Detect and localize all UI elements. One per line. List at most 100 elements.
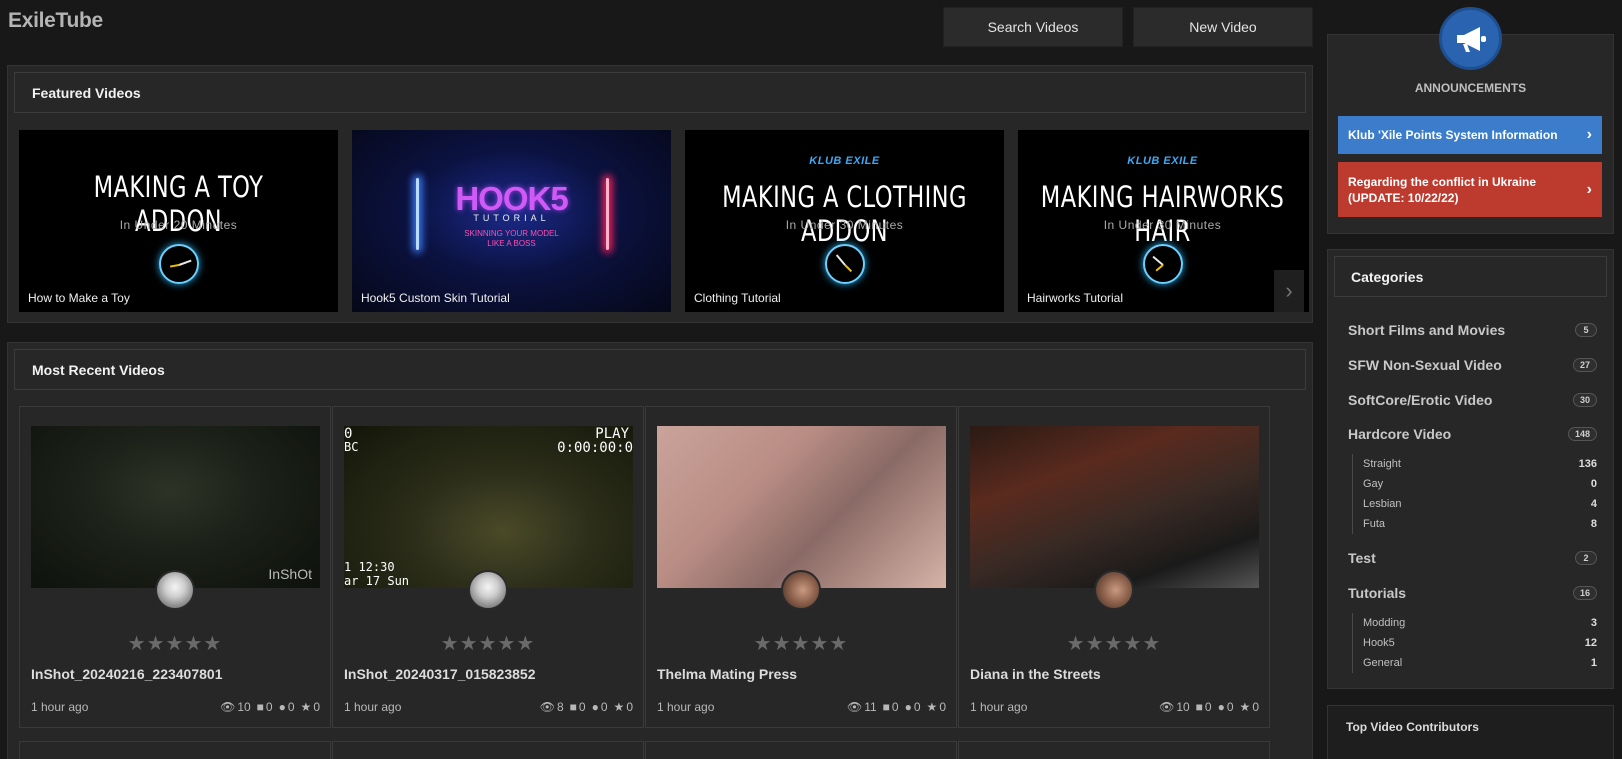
count-badge: 27 [1572, 358, 1597, 372]
search-videos-button[interactable]: Search Videos [943, 7, 1123, 47]
star-icon: ★ [926, 700, 938, 714]
megaphone-icon [1439, 7, 1502, 70]
video-stats: 👁 11 ■ 0 ● 0 ★ 0 [846, 700, 946, 714]
category-item[interactable]: SFW Non-Sexual Video 27 [1348, 355, 1597, 375]
featured-thumbnail: KLUB EXILE MAKING A CLOTHING ADDON In Un… [685, 130, 1004, 312]
announcement-item[interactable]: Klub 'Xile Points System Information › [1338, 116, 1602, 154]
category-item[interactable]: Hardcore Video 148 [1348, 424, 1597, 444]
subcategory-list: Modding 3 Hook5 12 General 1 [1352, 613, 1597, 673]
watermark-text: InShOt [268, 566, 312, 582]
featured-thumbnail: MAKING A TOY ADDON In Under 20 Minutes [19, 130, 338, 312]
subcategory-item[interactable]: Straight 136 [1353, 454, 1597, 474]
video-title[interactable]: Diana in the Streets [970, 666, 1101, 682]
eye-icon: 👁 [846, 700, 863, 714]
overlay-date: ar 17 Sun [344, 574, 410, 588]
avatar[interactable] [1094, 570, 1134, 610]
overlay-counter: 0:00:00:0 [557, 440, 633, 456]
site-title[interactable]: ExileTube [8, 9, 103, 33]
count-badge: 30 [1572, 393, 1597, 407]
clock-icon [824, 244, 865, 284]
top-contributors-heading: Top Video Contributors [1346, 720, 1479, 734]
klub-exile-logo-text: KLUB EXILE [1127, 155, 1198, 167]
featured-card[interactable]: MAKING A TOY ADDON In Under 20 Minutes H… [19, 130, 338, 312]
top-contributors-panel: Top Video Contributors [1327, 705, 1614, 759]
overlay-time: 1 12:30 [344, 560, 395, 574]
video-camera-icon: ■ [569, 700, 577, 714]
video-camera-icon: ■ [256, 700, 264, 714]
categories-heading: Categories [1334, 256, 1607, 297]
chevron-right-icon: › [1285, 278, 1293, 303]
featured-caption: Clothing Tutorial [694, 291, 781, 305]
video-camera-icon: ■ [1195, 700, 1203, 714]
featured-caption: Hook5 Custom Skin Tutorial [361, 291, 510, 305]
most-recent-videos-heading: Most Recent Videos [14, 349, 1306, 390]
thumbnail-subtitle-text: In Under 30 Minutes [1103, 218, 1222, 232]
video-card: 0 BC PLAY 0:00:00:0 1 12:30 ar 17 Sun ★★… [332, 406, 644, 728]
eye-icon: 👁 [1159, 700, 1175, 714]
video-card: InShOt ★★★★★ InShot_20240216_223407801 1… [19, 406, 331, 728]
video-time: 1 hour ago [970, 700, 1028, 714]
eye-icon: 👁 [539, 700, 555, 714]
subcategory-list: Straight 136 Gay 0 Lesbian 4 Futa 8 [1352, 454, 1597, 534]
subcategory-item[interactable]: Lesbian 4 [1353, 494, 1597, 514]
star-icon: ★ [613, 700, 625, 714]
video-title[interactable]: InShot_20240216_223407801 [31, 666, 222, 682]
clock-icon [1142, 244, 1183, 284]
video-stats: 👁 8 ■ 0 ● 0 ★ 0 [539, 700, 633, 714]
rating-stars[interactable]: ★★★★★ [646, 631, 956, 656]
chevron-right-icon: › [1586, 180, 1592, 198]
featured-thumbnail: HOOK5 TUTORIAL SKINNING YOUR MODEL LIKE A… [352, 130, 671, 312]
count-badge: 148 [1567, 427, 1597, 441]
carousel-next-button[interactable]: › [1274, 270, 1304, 312]
video-camera-icon: ■ [882, 700, 890, 714]
comments-icon: ● [278, 700, 286, 714]
video-thumbnail[interactable] [657, 426, 946, 588]
featured-card[interactable]: KLUB EXILE MAKING A CLOTHING ADDON In Un… [685, 130, 1004, 312]
subcategory-item[interactable]: Hook5 12 [1353, 633, 1597, 653]
video-card [332, 741, 644, 759]
video-thumbnail[interactable] [970, 426, 1259, 588]
thumbnail-tagline: SKINNING YOUR MODEL LIKE A BOSS [464, 229, 559, 248]
video-card [19, 741, 331, 759]
thumbnail-subtitle-text: TUTORIAL [473, 213, 550, 223]
category-item[interactable]: Tutorials 16 [1348, 583, 1597, 603]
featured-caption: How to Make a Toy [28, 291, 130, 305]
avatar[interactable] [468, 570, 508, 610]
featured-card[interactable]: HOOK5 TUTORIAL SKINNING YOUR MODEL LIKE A… [352, 130, 671, 312]
category-item[interactable]: SoftCore/Erotic Video 30 [1348, 390, 1597, 410]
video-card [958, 741, 1270, 759]
comments-icon: ● [1217, 700, 1225, 714]
video-card [645, 741, 957, 759]
subcategory-item[interactable]: Gay 0 [1353, 474, 1597, 494]
announcement-item[interactable]: Regarding the conflict in Ukraine (UPDAT… [1338, 162, 1602, 217]
video-title[interactable]: InShot_20240317_015823852 [344, 666, 535, 682]
most-recent-videos-panel: Most Recent Videos InShOt ★★★★★ InShot_2… [7, 342, 1313, 759]
video-title[interactable]: Thelma Mating Press [657, 666, 797, 682]
category-item[interactable]: Test 2 [1348, 548, 1597, 568]
rating-stars[interactable]: ★★★★★ [959, 631, 1269, 656]
featured-card[interactable]: KLUB EXILE MAKING HAIRWORKS HAIR In Unde… [1018, 130, 1309, 312]
video-time: 1 hour ago [657, 700, 715, 714]
rating-stars[interactable]: ★★★★★ [20, 631, 330, 656]
chevron-right-icon: › [1586, 126, 1592, 143]
subcategory-item[interactable]: Modding 3 [1353, 613, 1597, 633]
thumbnail-subtitle-text: In Under 20 Minutes [119, 218, 238, 232]
clock-icon [158, 244, 199, 284]
rating-stars[interactable]: ★★★★★ [333, 631, 643, 656]
klub-exile-logo-text: KLUB EXILE [809, 155, 880, 167]
featured-thumbnail: KLUB EXILE MAKING HAIRWORKS HAIR In Unde… [1018, 130, 1309, 312]
video-time: 1 hour ago [344, 700, 402, 714]
video-card: ★★★★★ Diana in the Streets 1 hour ago 👁 1… [958, 406, 1270, 728]
comments-icon: ● [904, 700, 912, 714]
featured-carousel: MAKING A TOY ADDON In Under 20 Minutes H… [19, 130, 1309, 312]
video-stats: 👁 10 ■ 0 ● 0 ★ 0 [220, 700, 320, 714]
avatar[interactable] [781, 570, 821, 610]
video-thumbnail[interactable]: 0 BC PLAY 0:00:00:0 1 12:30 ar 17 Sun [344, 426, 633, 588]
video-thumbnail[interactable]: InShOt [31, 426, 320, 588]
subcategory-item[interactable]: Futa 8 [1353, 514, 1597, 534]
category-item[interactable]: Short Films and Movies 5 [1348, 320, 1597, 340]
subcategory-item[interactable]: General 1 [1353, 653, 1597, 673]
comments-icon: ● [591, 700, 599, 714]
new-video-button[interactable]: New Video [1133, 7, 1313, 47]
avatar[interactable] [155, 570, 195, 610]
